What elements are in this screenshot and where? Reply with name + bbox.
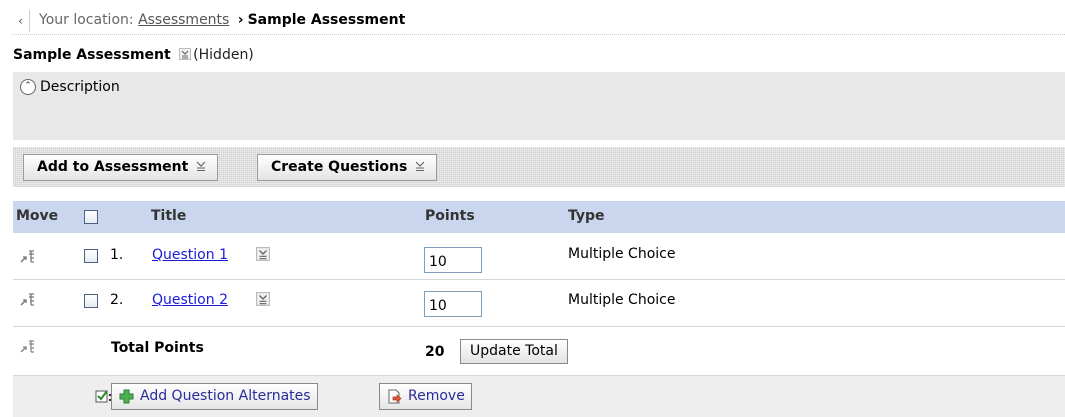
action-toolbar: Add to Assessment Create Questions: [13, 147, 1065, 187]
update-total-button[interactable]: Update Total: [460, 339, 568, 364]
visibility-status: (Hidden): [193, 47, 254, 63]
remove-icon: [388, 389, 402, 404]
chevron-down-icon: [415, 161, 425, 171]
question-number: 2.: [110, 292, 124, 308]
question-menu-icon[interactable]: [256, 292, 270, 306]
description-panel: ⌃ Description: [13, 72, 1065, 140]
table-row: 2. Question 2 Multiple Choice: [13, 280, 1065, 327]
location-label: Your location:: [39, 12, 134, 28]
row-checkbox[interactable]: [84, 294, 98, 308]
question-menu-icon[interactable]: [256, 247, 270, 261]
points-input[interactable]: [424, 247, 482, 273]
total-row: Total Points 20 Update Total: [13, 327, 1065, 375]
select-all-checkbox[interactable]: [84, 210, 98, 224]
question-number: 1.: [110, 247, 124, 263]
question-type: Multiple Choice: [568, 246, 676, 262]
column-move: Move: [16, 208, 59, 224]
add-to-assessment-label: Add to Assessment: [37, 159, 189, 175]
table-header: Move Title Points Type: [13, 201, 1065, 233]
question-title-link[interactable]: Question 1: [152, 247, 228, 263]
breadcrumb: Your location: Assessments › Sample Asses…: [39, 12, 405, 28]
title-menu-icon[interactable]: [179, 48, 192, 60]
breadcrumb-separator: ›: [237, 12, 244, 28]
column-points: Points: [425, 208, 475, 224]
row-checkbox[interactable]: [84, 249, 98, 263]
page-title-row: Sample Assessment (Hidden): [13, 47, 254, 63]
chevron-down-icon: [196, 161, 206, 171]
question-type: Multiple Choice: [568, 292, 676, 308]
points-input[interactable]: [424, 291, 482, 317]
breadcrumb-divider: [12, 34, 1065, 35]
plus-icon: [119, 389, 134, 404]
move-handle-icon[interactable]: [19, 249, 35, 265]
collapse-icon[interactable]: ⌃: [20, 79, 36, 95]
move-handle-icon[interactable]: [19, 292, 35, 308]
bulk-actions-bar: Add Question Alternates Remove: [13, 375, 1065, 417]
table-row: 1. Question 1 Multiple Choice: [13, 233, 1065, 280]
column-type: Type: [568, 208, 605, 224]
column-title: Title: [151, 208, 187, 224]
breadcrumb-bar: ‹ Your location: Assessments › Sample Ass…: [0, 0, 1065, 44]
remove-button[interactable]: Remove: [379, 383, 472, 410]
breadcrumb-current: Sample Assessment: [247, 12, 406, 28]
total-points-value: 20: [425, 344, 445, 360]
back-button[interactable]: ‹: [12, 10, 30, 32]
question-title-link[interactable]: Question 2: [152, 292, 228, 308]
page-title: Sample Assessment: [13, 47, 171, 63]
move-handle-icon: [20, 340, 34, 353]
create-questions-button[interactable]: Create Questions: [257, 154, 438, 181]
breadcrumb-link-assessments[interactable]: Assessments: [138, 12, 229, 28]
add-question-alternates-label: Add Question Alternates: [140, 388, 311, 404]
create-questions-label: Create Questions: [271, 159, 408, 175]
total-points-label: Total Points: [111, 340, 204, 356]
description-label: Description: [40, 79, 120, 95]
add-to-assessment-button[interactable]: Add to Assessment: [23, 154, 219, 181]
remove-label: Remove: [408, 388, 465, 404]
add-question-alternates-button[interactable]: Add Question Alternates: [111, 383, 318, 410]
